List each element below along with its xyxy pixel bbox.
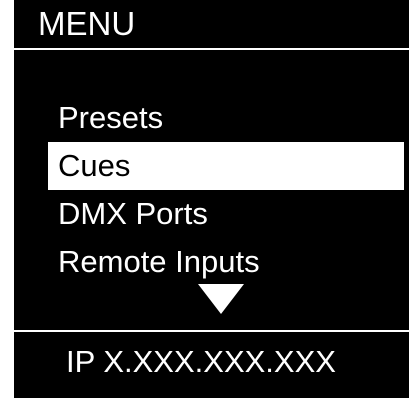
header-divider: [14, 48, 409, 50]
menu-item-label: Remote Inputs: [58, 244, 260, 279]
footer-divider: [14, 330, 409, 332]
ip-address-text: IP X.XXX.XXX.XXX: [66, 344, 336, 379]
menu-list: Presets Cues DMX Ports Remote Inputs: [14, 94, 409, 286]
menu-item-label: DMX Ports: [58, 196, 208, 231]
menu-item-presets[interactable]: Presets: [48, 94, 404, 142]
menu-item-remote-inputs[interactable]: Remote Inputs: [48, 238, 404, 286]
menu-item-cues[interactable]: Cues: [48, 142, 404, 190]
menu-header: MENU: [14, 0, 409, 52]
down-triangle-icon[interactable]: [198, 284, 244, 314]
menu-item-label: Presets: [58, 100, 164, 135]
menu-item-label: Cues: [58, 148, 131, 183]
device-display: MENU Presets Cues DMX Ports Remote Input…: [14, 0, 409, 398]
menu-item-dmx-ports[interactable]: DMX Ports: [48, 190, 404, 238]
menu-title: MENU: [38, 5, 136, 42]
